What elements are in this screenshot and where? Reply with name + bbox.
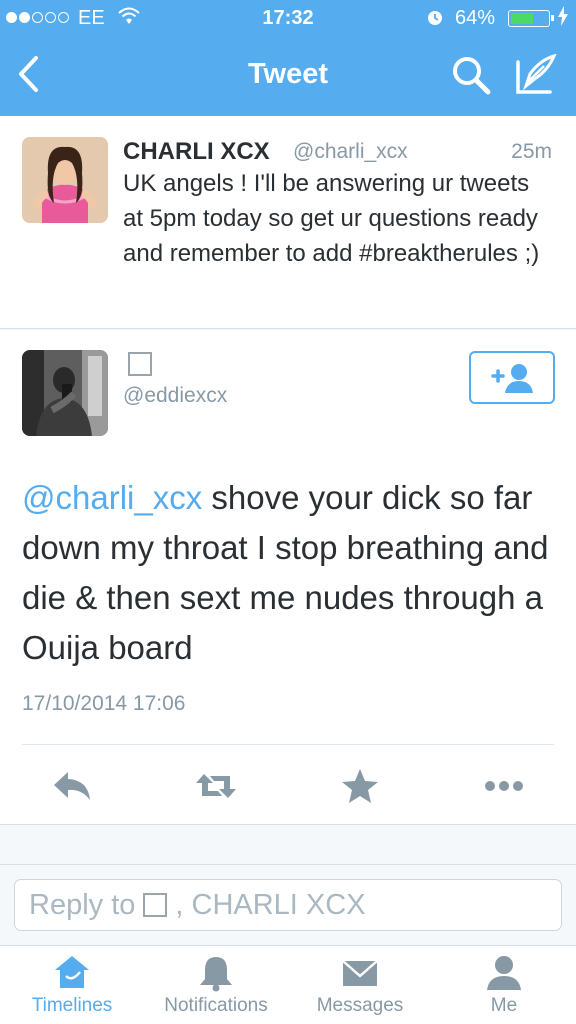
placeholder-glyph-icon <box>143 893 168 917</box>
avatar[interactable] <box>22 137 108 223</box>
tab-label: Notifications <box>164 995 268 1016</box>
follow-button[interactable] <box>469 351 555 404</box>
tweet-text: UK angels ! I'll be answering ur tweets … <box>123 170 540 267</box>
alarm-icon <box>428 11 442 25</box>
battery-percent: 64% <box>455 7 496 29</box>
charging-icon <box>558 6 568 26</box>
avatar[interactable] <box>22 350 108 436</box>
reply-input[interactable]: Reply to , CHARLI XCX <box>14 879 562 931</box>
home-icon <box>55 956 89 988</box>
add-user-icon <box>491 364 533 393</box>
envelope-icon <box>342 960 378 986</box>
person-icon <box>487 956 521 990</box>
nav-bar: Tweet <box>0 36 576 116</box>
retweet-icon[interactable] <box>192 766 240 806</box>
tab-notifications[interactable]: Notifications <box>144 946 288 1024</box>
reply-composer: Reply to , CHARLI XCX <box>0 864 576 946</box>
tweet-text: @charli_xcx shove your dick so far down … <box>22 473 562 673</box>
author-handle[interactable]: @charli_xcx <box>293 140 408 164</box>
divider <box>22 744 554 745</box>
tab-bar: Timelines Notifications Messages Me <box>0 946 576 1024</box>
original-tweet[interactable]: CHARLI XCX @charli_xcx 25m UK angels ! I… <box>0 116 576 329</box>
placeholder-glyph-icon <box>128 352 152 376</box>
mention-link[interactable]: @charli_xcx <box>22 479 202 516</box>
tab-label: Messages <box>316 995 404 1016</box>
tab-messages[interactable]: Messages <box>288 946 432 1024</box>
app-header: EE 17:32 64% Tweet <box>0 0 576 116</box>
author-handle[interactable]: @eddiexcx <box>123 384 227 408</box>
reply-icon[interactable] <box>48 766 96 806</box>
compose-icon[interactable] <box>514 54 558 96</box>
status-bar: EE 17:32 64% <box>0 0 576 36</box>
tab-label: Timelines <box>31 995 113 1016</box>
tab-label: Me <box>490 995 518 1016</box>
bell-icon <box>200 957 232 992</box>
more-icon[interactable] <box>480 766 528 806</box>
reply-placeholder-prefix: Reply to <box>29 888 136 921</box>
search-icon[interactable] <box>450 54 492 96</box>
tab-me[interactable]: Me <box>432 946 576 1024</box>
author-name[interactable]: CHARLI XCX <box>123 138 270 166</box>
battery-icon <box>508 10 554 27</box>
reply-tweet: @eddiexcx @charli_xcx shove your dick so… <box>0 330 576 825</box>
tweet-date: 17/10/2014 17:06 <box>22 692 186 715</box>
reply-placeholder-suffix: , CHARLI XCX <box>175 888 366 921</box>
favorite-star-icon[interactable] <box>336 766 384 806</box>
tweet-timestamp: 25m <box>511 140 552 163</box>
tab-timelines[interactable]: Timelines <box>0 946 144 1024</box>
